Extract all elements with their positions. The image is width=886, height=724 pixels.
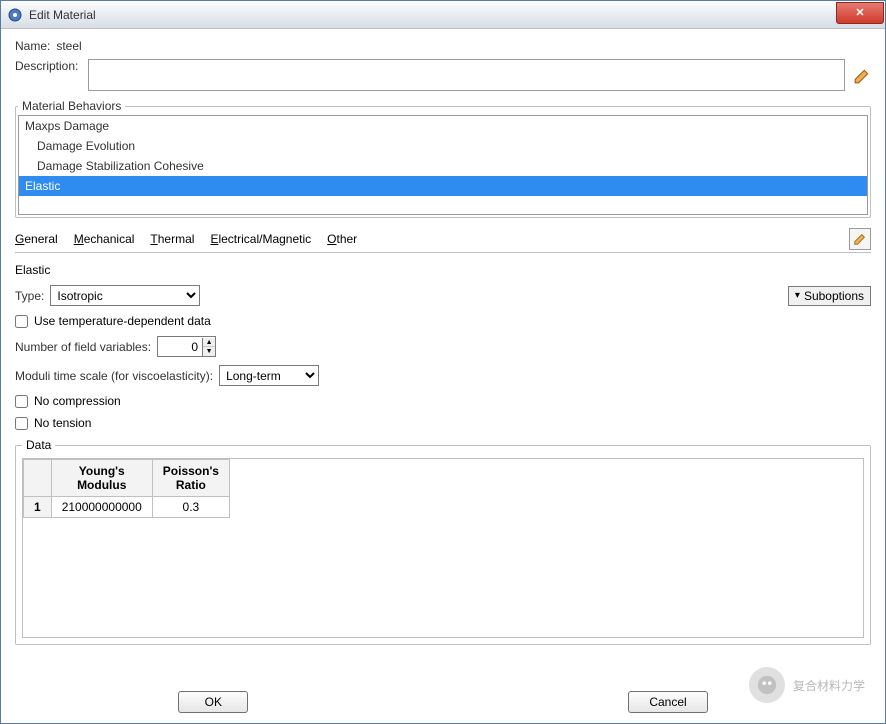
name-label: Name:	[15, 39, 50, 53]
ok-button[interactable]: OK	[178, 691, 248, 713]
field-vars-label: Number of field variables:	[15, 340, 151, 354]
no-tension-label: No tension	[34, 416, 91, 430]
behavior-item[interactable]: Damage Evolution	[19, 136, 867, 156]
window-title: Edit Material	[29, 8, 836, 22]
table-row[interactable]: 12100000000000.3	[24, 497, 230, 518]
moduli-select[interactable]: Long-term	[219, 365, 319, 386]
data-legend: Data	[22, 438, 55, 452]
spin-down-icon[interactable]: ▼	[203, 347, 215, 356]
column-header[interactable]: Young'sModulus	[51, 460, 152, 497]
edit-description-icon[interactable]	[853, 67, 871, 85]
cancel-button[interactable]: Cancel	[628, 691, 707, 713]
suboptions-button[interactable]: Suboptions	[788, 286, 871, 306]
behaviors-legend: Material Behaviors	[18, 99, 125, 113]
type-select[interactable]: Isotropic	[50, 285, 200, 306]
behavior-item[interactable]: Maxps Damage	[19, 116, 867, 136]
cell-youngs-modulus[interactable]: 210000000000	[51, 497, 152, 518]
description-input[interactable]	[88, 59, 845, 91]
data-table: Young'sModulusPoisson'sRatio 12100000000…	[23, 459, 230, 518]
material-behaviors-group: Material Behaviors Maxps DamageDamage Ev…	[15, 99, 871, 218]
data-table-container[interactable]: Young'sModulusPoisson'sRatio 12100000000…	[22, 458, 864, 638]
column-header[interactable]: Poisson'sRatio	[152, 460, 229, 497]
row-num-header	[24, 460, 52, 497]
no-tension-checkbox[interactable]	[15, 417, 28, 430]
behavior-item[interactable]: Damage Stabilization Cohesive	[19, 156, 867, 176]
menu-item[interactable]: Mechanical	[74, 232, 135, 246]
moduli-label: Moduli time scale (for viscoelasticity):	[15, 369, 213, 383]
menu-item[interactable]: Thermal	[150, 232, 194, 246]
behavior-item[interactable]: Elastic	[19, 176, 867, 196]
temp-dependent-label: Use temperature-dependent data	[34, 314, 211, 328]
menu-edit-button[interactable]	[849, 228, 871, 250]
dialog-footer: OK Cancel	[1, 691, 885, 713]
close-icon: ✕	[855, 6, 864, 19]
menu-item[interactable]: Electrical/Magnetic	[210, 232, 311, 246]
no-compression-checkbox[interactable]	[15, 395, 28, 408]
edit-material-dialog: Edit Material ✕ Name: steel Description:…	[0, 0, 886, 724]
menu-item[interactable]: General	[15, 232, 58, 246]
temp-dependent-checkbox[interactable]	[15, 315, 28, 328]
field-vars-spinner[interactable]: ▲▼	[157, 336, 216, 357]
material-menubar: General Mechanical Thermal Electrical/Magne…	[15, 228, 871, 253]
behaviors-list[interactable]: Maxps DamageDamage EvolutionDamage Stabi…	[18, 115, 868, 215]
name-value: steel	[56, 39, 81, 53]
data-group: Data Young'sModulusPoisson'sRatio 121000…	[15, 438, 871, 645]
spin-up-icon[interactable]: ▲	[203, 338, 215, 347]
field-vars-input[interactable]	[158, 337, 202, 356]
type-label: Type:	[15, 289, 44, 303]
elastic-section-title: Elastic	[15, 253, 871, 285]
no-compression-label: No compression	[34, 394, 121, 408]
menu-item[interactable]: Other	[327, 232, 357, 246]
titlebar[interactable]: Edit Material ✕	[1, 1, 885, 29]
app-icon	[7, 7, 23, 23]
cell-poissons-ratio[interactable]: 0.3	[152, 497, 229, 518]
description-label: Description:	[15, 59, 78, 73]
close-button[interactable]: ✕	[836, 2, 884, 24]
row-number: 1	[24, 497, 52, 518]
